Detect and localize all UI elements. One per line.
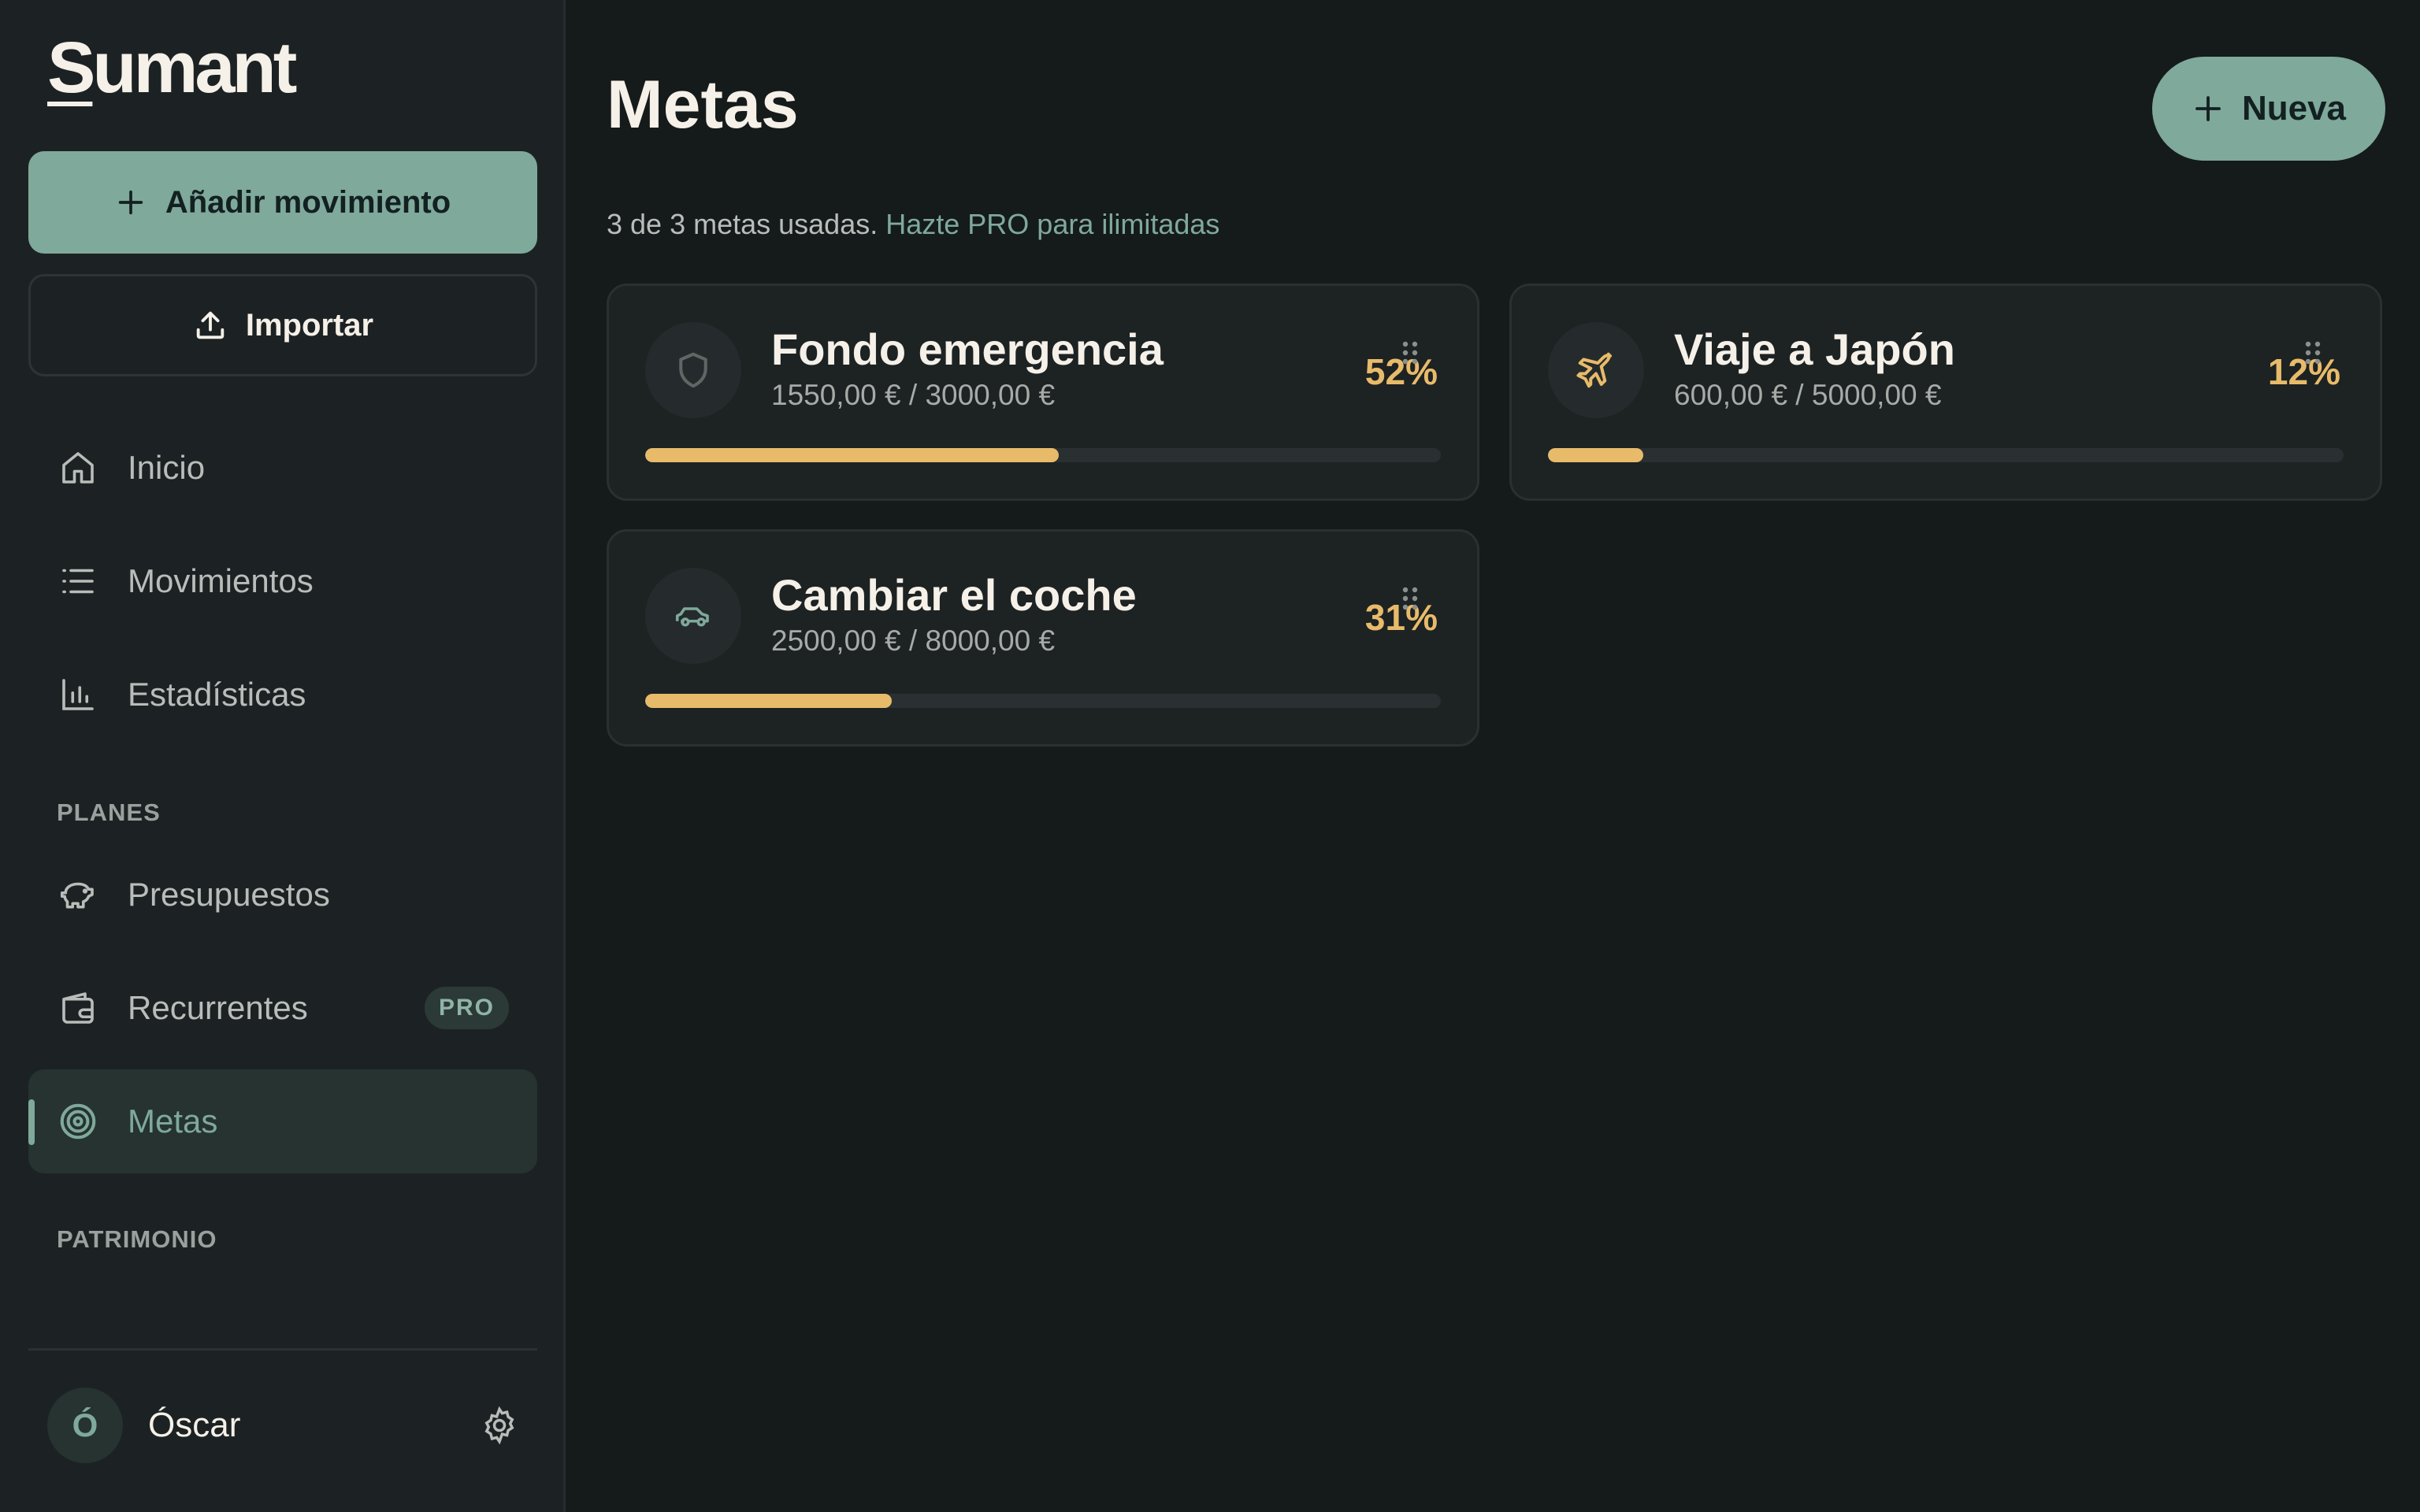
goal-name: Fondo emergencia xyxy=(771,324,1164,374)
progress-track xyxy=(645,448,1441,462)
plus-icon xyxy=(2195,96,2221,121)
goal-icon-wrapper xyxy=(645,568,741,664)
goal-icon-wrapper xyxy=(1548,322,1644,418)
goal-name: Viaje a Japón xyxy=(1674,324,1955,374)
usage-info: 3 de 3 metas usadas. Hazte PRO para ilim… xyxy=(607,208,1219,241)
upload-icon xyxy=(196,311,225,339)
sidebar-item-label: Estadísticas xyxy=(128,676,306,713)
progress-fill xyxy=(645,694,893,708)
user-profile[interactable]: Ó Óscar xyxy=(47,1386,520,1465)
new-goal-button[interactable]: Nueva xyxy=(2152,57,2385,161)
sidebar-item-presupuestos[interactable]: Presupuestos xyxy=(28,843,537,947)
goal-amounts: 600,00 € / 5000,00 € xyxy=(1674,379,1942,411)
sidebar-item-label: Metas xyxy=(128,1102,218,1140)
gear-icon[interactable] xyxy=(479,1405,520,1446)
upgrade-pro-link[interactable]: Hazte PRO para ilimitadas xyxy=(885,208,1219,240)
sidebar-item-label: Recurrentes xyxy=(128,989,308,1026)
app-logo[interactable]: Sumant xyxy=(47,27,297,109)
sidebar-item-label: Movimientos xyxy=(128,562,314,599)
goal-icon-wrapper xyxy=(645,322,741,418)
page-title: Metas xyxy=(607,67,799,143)
avatar: Ó xyxy=(47,1388,123,1463)
progress-fill xyxy=(645,448,1060,462)
goal-amounts: 2500,00 € / 8000,00 € xyxy=(771,624,1056,657)
app-root: Sumant Añadir movimiento Importar Inicio… xyxy=(0,0,2420,1512)
sidebar-item-label: Inicio xyxy=(128,449,206,486)
usage-text: 3 de 3 metas usadas. xyxy=(607,208,878,240)
progress-track xyxy=(645,694,1441,708)
add-movement-label: Añadir movimiento xyxy=(165,184,451,220)
drag-handle-icon[interactable] xyxy=(1401,587,1419,610)
shield-icon xyxy=(679,352,707,388)
sidebar-item-metas[interactable]: Metas xyxy=(28,1069,537,1173)
sidebar-item-recurrentes[interactable]: Recurrentes PRO xyxy=(28,956,537,1060)
sidebar-item-movimientos[interactable]: Movimientos xyxy=(28,529,537,633)
import-label: Importar xyxy=(245,307,374,343)
plus-icon xyxy=(118,190,143,215)
drag-handle-icon[interactable] xyxy=(1401,341,1419,365)
goal-amounts: 1550,00 € / 3000,00 € xyxy=(771,379,1056,411)
home-icon xyxy=(62,452,94,484)
plane-icon xyxy=(1576,352,1613,388)
goal-name: Cambiar el coche xyxy=(771,570,1137,620)
sidebar-item-inicio[interactable]: Inicio xyxy=(28,416,537,520)
sidebar-divider xyxy=(28,1348,537,1351)
new-goal-label: Nueva xyxy=(2241,89,2347,128)
goal-card-fondo-emergencia[interactable]: Fondo emergencia 1550,00 € / 3000,00 € 5… xyxy=(607,284,1479,501)
list-icon xyxy=(62,569,94,594)
section-planes: PLANES xyxy=(57,799,161,826)
progress-fill xyxy=(1548,448,1644,462)
pro-badge: PRO xyxy=(424,987,509,1029)
goal-card-cambiar-coche[interactable]: Cambiar el coche 2500,00 € / 8000,00 € 3… xyxy=(607,529,1479,747)
target-icon xyxy=(60,1103,96,1140)
progress-track xyxy=(1548,448,2344,462)
car-icon xyxy=(675,607,709,627)
sidebar-item-estadisticas[interactable]: Estadísticas xyxy=(28,643,537,747)
piggy-bank-icon xyxy=(60,882,94,909)
section-patrimonio: PATRIMONIO xyxy=(57,1225,217,1253)
sidebar: Sumant Añadir movimiento Importar Inicio… xyxy=(0,0,566,1512)
wallet-icon xyxy=(62,992,94,1024)
drag-handle-icon[interactable] xyxy=(2304,341,2322,365)
add-movement-button[interactable]: Añadir movimiento xyxy=(28,151,537,254)
goal-card-viaje-japon[interactable]: Viaje a Japón 600,00 € / 5000,00 € 12% xyxy=(1509,284,2382,501)
user-name: Óscar xyxy=(148,1406,241,1444)
bar-chart-icon xyxy=(62,679,94,710)
main-content: Metas Nueva 3 de 3 metas usadas. Hazte P… xyxy=(566,0,2420,1512)
import-button[interactable]: Importar xyxy=(28,274,537,376)
sidebar-item-label: Presupuestos xyxy=(128,876,330,913)
